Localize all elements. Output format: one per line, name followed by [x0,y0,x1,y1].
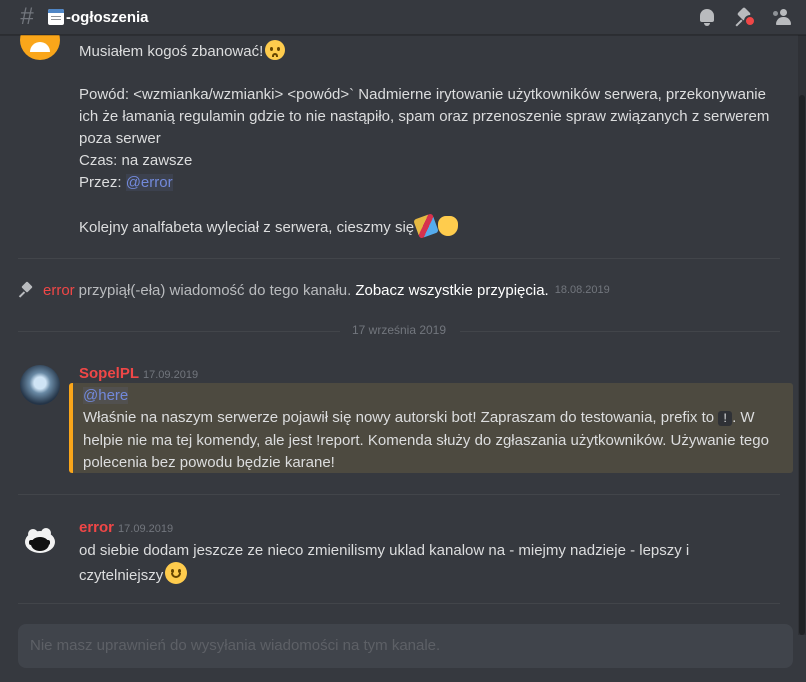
closing-text: Kolejny analfabeta wyleciał z serwera, c… [79,219,415,236]
date-separator-label: 17 września 2019 [351,323,447,337]
sopel-avatar[interactable] [20,365,60,405]
message-line-2: czytelniejszy [79,562,188,587]
message-content: @here Właśnie na naszym serwerze pojawił… [83,385,788,474]
announcement-line-3: polecenia bez powodu będzie karane! [83,454,335,471]
see-all-pins-link[interactable]: Zobacz wszystkie przypięcia. [355,282,548,299]
banned-by: Przez: @error [79,172,173,194]
announcement-line-2: helpie nie ma tej komendy, ale jest !rep… [83,432,769,449]
reason-line-3: poza serwer [79,130,161,147]
party-popper-emoji-icon [413,213,439,239]
announcement-line-1: Właśnie na naszym serwerze pojawił się n… [83,409,715,426]
pin-system-message: error przypiął(-eła) wiadomość do tego k… [18,279,610,301]
message-author: error 17.09.2019 [79,519,173,536]
worried-face-emoji-icon [265,40,286,60]
scrollbar-thumb[interactable] [799,95,805,635]
message-author: SopelPL 17.09.2019 [79,365,198,382]
ban-headline: Musiałem kogoś zbanować! [79,43,264,60]
closing-line: Kolejny analfabeta wyleciał z serwera, c… [79,213,459,239]
reason-line-2: ich że łamanią regulamin gdzie to nie na… [79,108,770,125]
ban-duration: Czas: na zawsze [79,152,193,169]
highlighted-message: @here Właśnie na naszym serwerze pojawił… [69,383,793,473]
announcement-line-1-end: . W [732,409,755,426]
message-line-1: od siebie dodam jeszcze ze nieco zmienil… [79,542,690,559]
message-input: Nie masz uprawnień do wysyłania wiadomoś… [18,624,793,668]
channel-header: # -ogłoszenia [0,0,806,35]
pin-author[interactable]: error [43,282,75,299]
pin-date: 18.08.2019 [554,284,610,296]
message-timestamp: 17.09.2019 [118,523,174,535]
pin-icon[interactable] [734,6,756,28]
here-mention[interactable]: @here [83,387,129,404]
scrollbar[interactable] [798,35,806,635]
clapping-hands-emoji-icon [438,216,459,236]
message-divider [18,494,780,495]
username[interactable]: SopelPL [79,365,139,382]
bell-icon[interactable] [696,6,718,28]
date-separator: 17 września 2019 [18,320,780,342]
notification-dot [744,15,756,27]
slight-smile-emoji-icon [165,562,188,584]
error-avatar[interactable] [20,520,60,560]
channel-notepad-icon [48,9,64,25]
message-line-2-text: czytelniejszy [79,567,164,584]
reason-line-1: Powód: <wzmianka/wzmianki> <powód>` Nadm… [79,86,766,103]
message-input-placeholder: Nie masz uprawnień do wysyłania wiadomoś… [30,637,441,654]
pin-text: przypiął(-eła) wiadomość do tego kanału. [78,281,352,299]
message-timestamp: 17.09.2019 [143,369,199,381]
hash-icon: # [20,3,34,30]
user-mention[interactable]: @error [125,174,173,191]
message-divider [18,258,780,259]
header-toolbar [696,6,794,28]
message-divider [18,603,780,604]
message-content: Musiałem kogoś zbanować! [79,40,286,63]
prefix-code: ! [718,411,733,426]
channel-name: -ogłoszenia [66,8,149,26]
username[interactable]: error [79,519,114,536]
pin-icon [18,281,34,298]
members-icon[interactable] [772,6,794,28]
banned-by-label: Przez: [79,174,122,191]
